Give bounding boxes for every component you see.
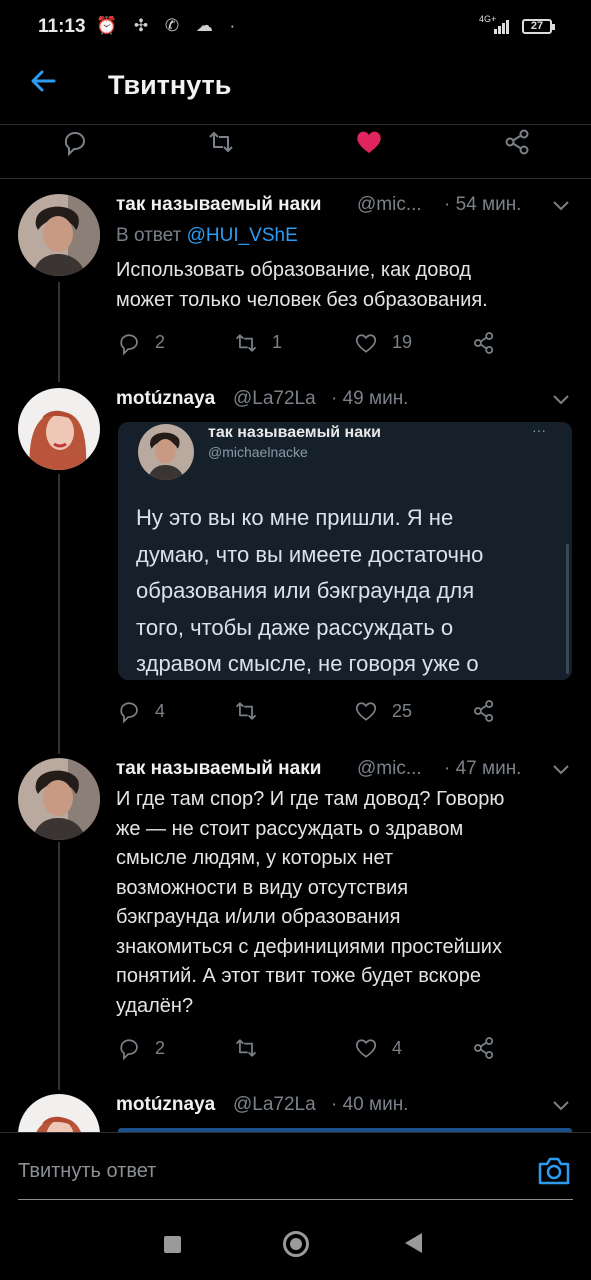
tweet-timestamp: · 40 мин.: [331, 1094, 409, 1115]
notification-icons: ⏰ ✣ ✆ ☁ ·: [96, 16, 242, 35]
reply-count: 2: [155, 332, 166, 352]
tweet-author-handle: @mic...: [357, 194, 422, 215]
thread-line: [58, 282, 60, 382]
reply-icon[interactable]: [117, 330, 143, 356]
reply-to-mention-link[interactable]: @HUI_VShE: [187, 225, 298, 246]
like-count: 25: [392, 701, 413, 721]
battery-icon: 27: [522, 19, 555, 34]
share-icon[interactable]: [471, 330, 497, 356]
avatar[interactable]: [18, 758, 100, 840]
header-divider: [0, 124, 591, 125]
attached-image-quoted-tweet[interactable]: так называемый наки @michaelnacke ··· Ну…: [118, 422, 572, 680]
like-icon-filled[interactable]: [354, 127, 384, 157]
tweet-author-handle: @La72La: [233, 388, 316, 409]
tweet-author-name: motúznaya: [116, 1094, 216, 1115]
retweet-icon[interactable]: [233, 1035, 259, 1061]
tweet-text-line: смысле людям, у которых нет: [116, 847, 394, 869]
reply-icon[interactable]: [117, 1035, 143, 1061]
quoted-text-line: думаю, что вы имеете достаточно: [136, 541, 484, 567]
back-arrow-icon[interactable]: [28, 66, 58, 96]
reply-bar: [0, 1132, 591, 1280]
tweet-text-line: понятий. А этот твит тоже будет вскоре: [116, 965, 481, 987]
camera-icon[interactable]: [536, 1154, 572, 1188]
share-icon[interactable]: [471, 698, 497, 724]
quoted-text-line: Ну это вы ко мне пришли. Я не: [136, 505, 454, 530]
like-icon[interactable]: [353, 698, 379, 724]
like-count: 19: [392, 332, 413, 352]
signal-icon: [494, 18, 512, 34]
reply-count: 2: [155, 1038, 166, 1058]
tweet-text-line: может только человек без образования.: [116, 288, 488, 311]
reply-icon[interactable]: [60, 127, 90, 157]
tweet-text: И где там спор? И где там довод? Говорю …: [116, 785, 504, 1021]
reply-count: 4: [155, 701, 166, 721]
reply-input-underline: [18, 1199, 573, 1200]
tweet-text-line: И где там спор? И где там довод? Говорю: [116, 788, 505, 810]
reply-bar-divider: [0, 1132, 591, 1133]
like-count: 4: [392, 1038, 403, 1058]
quoted-avatar: [138, 424, 194, 480]
tweet-text-line: бэкграунда и/или образования: [116, 906, 401, 928]
thread-line: [58, 842, 60, 1090]
reply-icon[interactable]: [117, 698, 143, 724]
actions-divider: [0, 178, 591, 179]
retweet-icon[interactable]: [233, 698, 259, 724]
status-time: 11:13: [38, 16, 86, 37]
tweet-text-line: Использовать образование, как довод: [116, 259, 472, 281]
share-icon[interactable]: [471, 1035, 497, 1061]
chevron-down-icon[interactable]: [552, 764, 570, 776]
quoted-scrollbar: [566, 544, 569, 674]
tweet-author-name: так называемый наки: [116, 758, 322, 779]
tweet-author-handle: @mic...: [357, 758, 422, 779]
tweet-author-name: так называемый наки: [116, 194, 322, 215]
retweet-icon[interactable]: [206, 127, 236, 157]
tweet-text-line: возможности в виду отсутствия: [116, 876, 409, 899]
tweet-timestamp: · 49 мин.: [331, 388, 409, 409]
tweet-text-line: удалён?: [116, 994, 194, 1017]
quoted-text-line: того, чтобы даже рассуждать о: [136, 614, 454, 640]
chevron-down-icon[interactable]: [552, 394, 570, 406]
chevron-down-icon[interactable]: [552, 200, 570, 212]
reply-input[interactable]: Твитнуть ответ: [18, 1160, 156, 1183]
avatar[interactable]: [18, 388, 100, 470]
status-bar: 11:13 ⏰ ✣ ✆ ☁ · 4G+ 27: [0, 0, 591, 52]
quoted-author-name: так называемый наки: [208, 424, 381, 441]
like-icon[interactable]: [353, 330, 379, 356]
tweet-text-line: же — не стоит рассуждать о здравом: [116, 817, 464, 840]
page-title: Твитнуть: [108, 70, 232, 100]
share-icon[interactable]: [502, 127, 532, 157]
reply-to-prefix: В ответ: [116, 225, 182, 246]
tweet-text-line: знакомиться с дефинициями простейших: [116, 935, 502, 958]
quoted-text-line: образования или бэкграунда для: [136, 578, 475, 603]
like-icon[interactable]: [353, 1035, 379, 1061]
more-icon: ···: [532, 422, 546, 438]
tweet-timestamp: · 54 мин.: [444, 194, 522, 215]
avatar[interactable]: [18, 194, 100, 276]
retweet-icon[interactable]: [233, 330, 259, 356]
recent-apps-button[interactable]: [164, 1236, 181, 1253]
thread-line: [58, 474, 60, 754]
quoted-author-handle: @michaelnacke: [208, 444, 308, 460]
tweet-timestamp: · 47 мин.: [444, 758, 522, 779]
tweet-author-handle: @La72La: [233, 1094, 316, 1115]
back-button[interactable]: [405, 1233, 422, 1253]
quoted-text: Ну это вы ко мне пришли. Я не думаю, что…: [136, 500, 556, 680]
tweet-author-name: motúznaya: [116, 388, 216, 409]
reply-to-line: В ответ @HUI_VShE: [116, 225, 298, 247]
chevron-down-icon[interactable]: [552, 1100, 570, 1112]
quoted-text-line: здравом смысле, не говоря уже о: [136, 651, 479, 676]
retweet-count: 1: [272, 332, 283, 352]
home-button[interactable]: [283, 1231, 309, 1257]
tweet-text: Использовать образование, как довод може…: [116, 256, 488, 315]
